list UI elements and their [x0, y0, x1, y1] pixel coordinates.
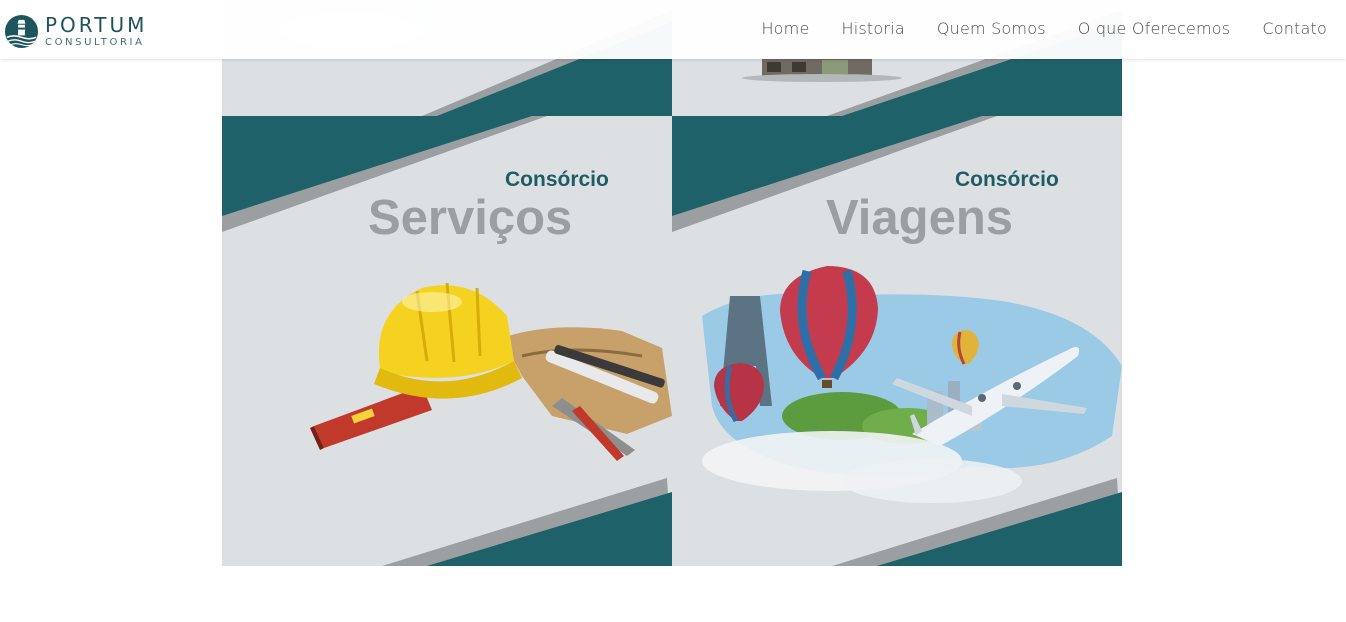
- tile-headline: Serviços: [368, 191, 573, 245]
- product-tile-servicos[interactable]: Consórcio Serviços: [222, 116, 672, 566]
- site-header: PORTUM CONSULTORIA Home Historia Quem So…: [0, 0, 1346, 59]
- main-nav: Home Historia Quem Somos O que Oferecemo…: [729, 19, 1327, 38]
- tile-kicker: Consórcio: [955, 168, 1059, 191]
- tile-headline: Viagens: [826, 191, 1014, 245]
- nav-contato[interactable]: Contato: [1262, 19, 1327, 38]
- logo[interactable]: PORTUM CONSULTORIA: [4, 13, 147, 49]
- nav-o-que-oferecemos[interactable]: O que Oferecemos: [1078, 19, 1231, 38]
- logo-name: PORTUM: [45, 12, 148, 37]
- logo-subtitle: CONSULTORIA: [45, 36, 145, 48]
- product-tile-viagens[interactable]: Consórcio Viagens: [672, 116, 1122, 566]
- lighthouse-logo-icon: [4, 14, 39, 48]
- nav-quem-somos[interactable]: Quem Somos: [937, 19, 1046, 38]
- nav-historia[interactable]: Historia: [842, 19, 905, 38]
- tile-kicker: Consórcio: [505, 168, 609, 191]
- nav-home[interactable]: Home: [761, 19, 809, 38]
